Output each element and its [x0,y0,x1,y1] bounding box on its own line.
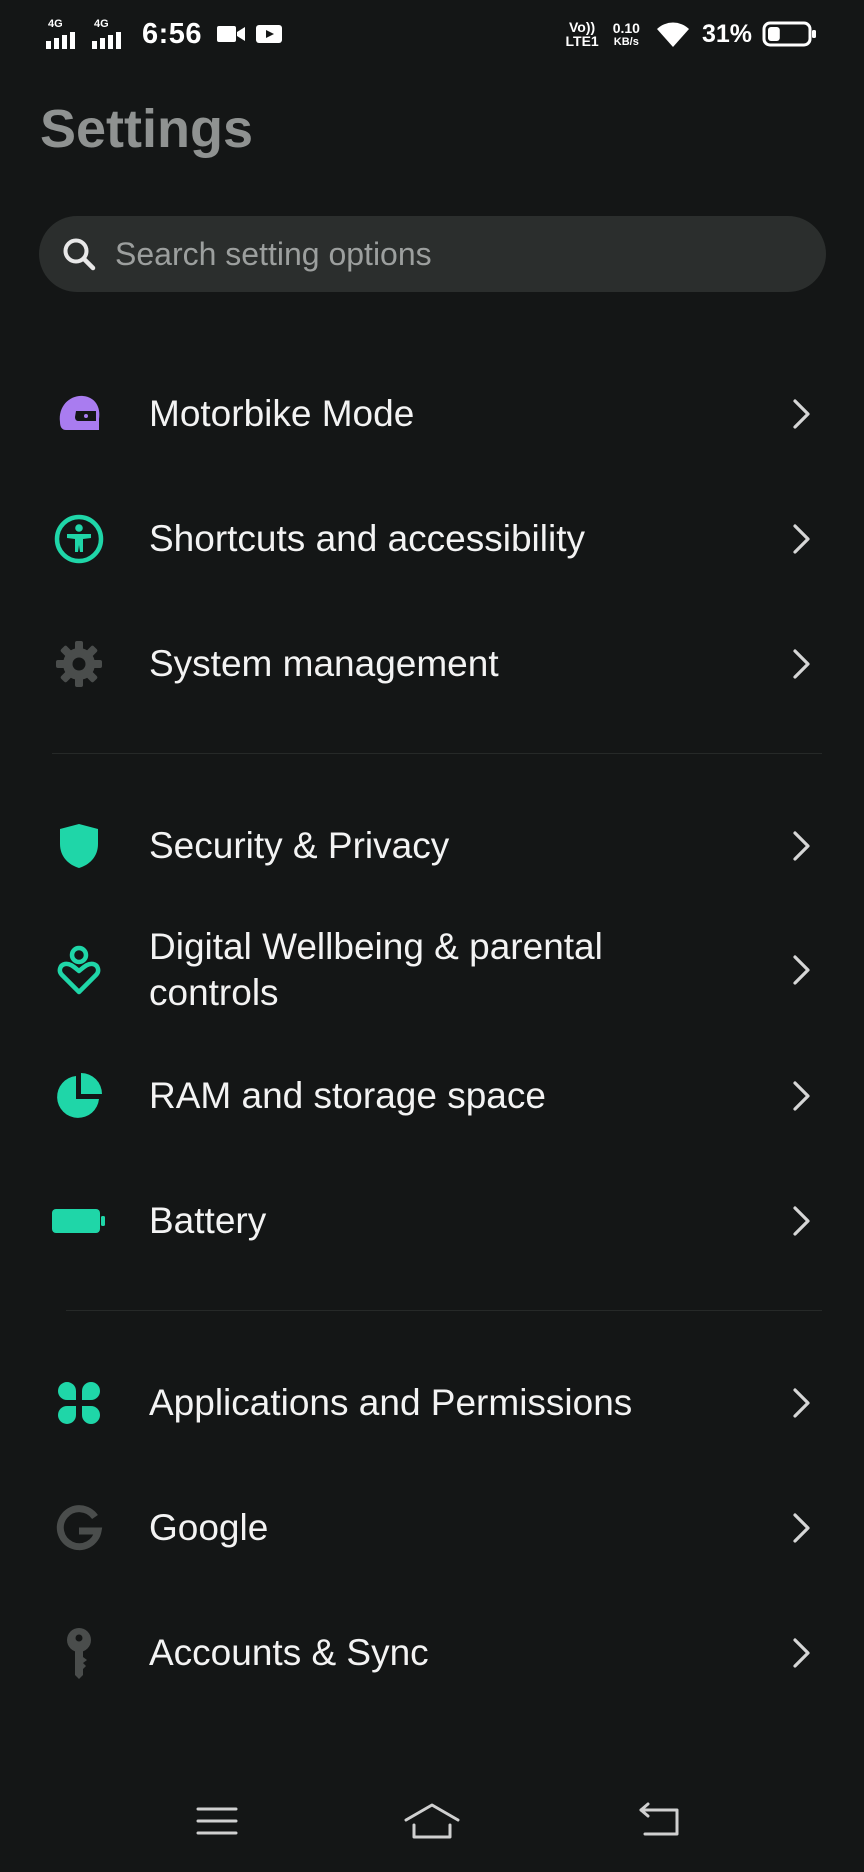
status-bar: 4G 4G 6:56 Vo)) LTE1 0.10 KB/s 31% [0,0,864,70]
accessibility-icon [52,512,106,566]
shield-icon [52,819,106,873]
settings-item-security-privacy[interactable]: Security & Privacy [0,791,864,901]
settings-item-label: Battery [149,1200,267,1241]
volte-indicator: Vo)) LTE1 [566,20,599,48]
volte-top: Vo)) [569,19,596,35]
menu-icon [196,1807,238,1835]
helmet-icon [52,387,106,441]
settings-item-label: Accounts & Sync [149,1632,429,1673]
pie-chart-icon [52,1069,106,1123]
back-icon [639,1802,679,1836]
wellbeing-icon [52,943,106,997]
search-input[interactable]: Search setting options [39,216,826,292]
sim1-network-type: 4G [48,18,63,30]
video-camera-icon [217,26,246,42]
settings-item-label: Digital Wellbeing & parental controls [149,924,603,1016]
settings-item-accounts-sync[interactable]: Accounts & Sync [0,1598,864,1708]
network-speed-unit: KB/s [613,35,639,48]
navigation-bar [0,1780,864,1872]
chevron-right-icon [793,955,810,985]
settings-item-shortcuts-accessibility[interactable]: Shortcuts and accessibility [0,484,864,594]
chevron-right-icon [793,524,810,554]
settings-item-system-management[interactable]: System management [0,609,864,719]
sim2-network-type: 4G [94,18,109,30]
recents-button[interactable] [187,1796,247,1846]
search-icon [63,238,96,271]
settings-item-label-line1: Digital Wellbeing & parental [149,926,603,967]
google-icon [52,1501,106,1555]
battery-percent: 31% [701,19,752,48]
section-divider [66,1310,822,1311]
settings-item-label: Motorbike Mode [149,393,415,434]
settings-item-motorbike-mode[interactable]: Motorbike Mode [0,359,864,469]
chevron-right-icon [793,1081,810,1111]
home-icon [404,1803,460,1839]
chevron-right-icon [793,1638,810,1668]
settings-item-label: Security & Privacy [149,825,450,866]
settings-item-google[interactable]: Google [0,1473,864,1583]
network-speed-value: 0.10 [612,19,640,36]
screen-record-icon [256,25,283,43]
settings-item-battery[interactable]: Battery [0,1166,864,1276]
settings-item-label: Shortcuts and accessibility [149,518,585,559]
settings-item-applications-permissions[interactable]: Applications and Permissions [0,1348,864,1458]
chevron-right-icon [793,399,810,429]
wifi-icon [656,22,689,47]
settings-item-label: RAM and storage space [149,1075,546,1116]
clock: 6:56 [142,17,203,50]
key-icon [52,1626,106,1680]
sim1-signal-icon: 4G [46,19,86,49]
volte-bottom: LTE1 [565,33,599,49]
settings-item-digital-wellbeing[interactable]: Digital Wellbeing & parental controls [0,915,864,1025]
settings-item-label: System management [149,643,499,684]
page-title: Settings [40,99,254,159]
status-battery-icon [762,21,816,47]
chevron-right-icon [793,1206,810,1236]
sim2-signal-icon: 4G [92,19,132,49]
section-divider [52,753,822,754]
chevron-right-icon [793,831,810,861]
home-button[interactable] [402,1796,462,1846]
search-placeholder: Search setting options [115,235,432,272]
battery-icon [52,1194,106,1248]
chevron-right-icon [793,1388,810,1418]
settings-item-ram-storage[interactable]: RAM and storage space [0,1041,864,1151]
network-speed: 0.10 KB/s [612,19,640,48]
settings-item-label: Applications and Permissions [149,1382,633,1423]
settings-item-label: Google [149,1507,269,1548]
chevron-right-icon [793,1513,810,1543]
chevron-right-icon [793,649,810,679]
apps-grid-icon [52,1376,106,1430]
settings-item-label-line2: controls [149,972,279,1013]
gear-icon [52,637,106,691]
back-button[interactable] [630,1796,690,1846]
